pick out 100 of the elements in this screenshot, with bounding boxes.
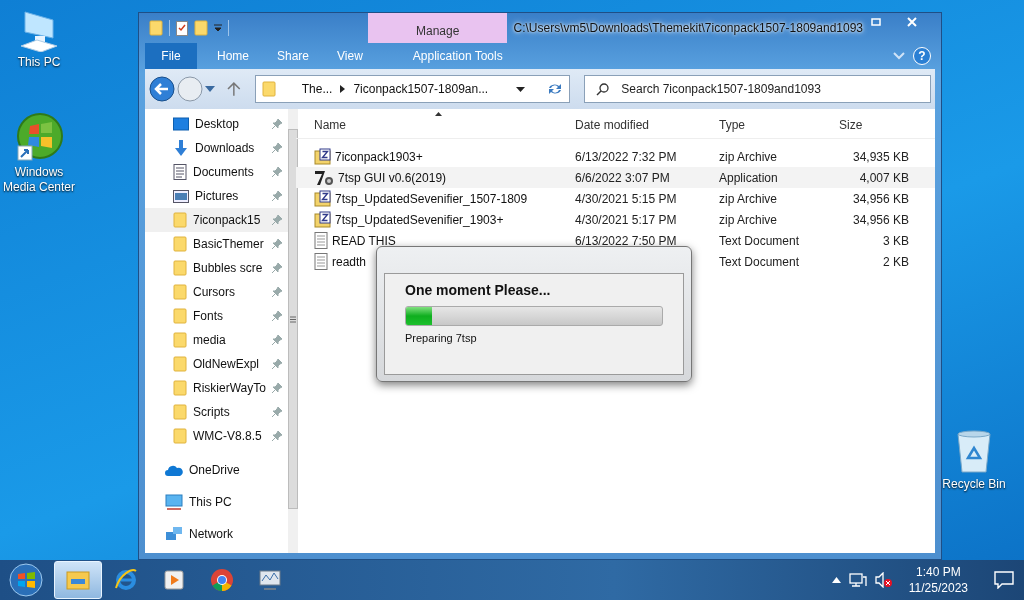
quick-access-item[interactable]: media [145,328,288,352]
folder-icon [173,212,187,228]
zip-archive-icon [314,211,331,228]
desktop-icon [173,117,189,131]
pin-icon[interactable] [271,359,282,369]
pin-icon[interactable] [271,431,282,441]
file-row[interactable]: 7iconpack1903+ 6/13/2022 7:32 PM zip Archive 34,935 KB [296,146,935,167]
chevron-right-icon[interactable] [340,85,346,93]
search-field[interactable]: Search 7iconpack1507-1809and1093 [584,75,931,103]
pin-icon[interactable] [271,263,282,273]
folder-icon [261,81,276,97]
pin-icon[interactable] [271,287,282,297]
refresh-icon[interactable] [547,82,564,96]
folder-icon [173,356,187,372]
folder-icon [173,332,187,348]
pin-icon[interactable] [271,191,282,201]
quick-access-item[interactable]: Fonts [145,304,288,328]
quick-access-item[interactable]: Scripts [145,400,288,424]
quick-access-item[interactable]: Pictures [145,184,288,208]
computer-icon [19,10,59,52]
column-header[interactable]: Size [839,118,909,132]
network-icon[interactable] [848,572,867,588]
folder-icon [149,20,163,36]
file-row[interactable]: READ THIS 6/13/2022 7:50 PM Text Document 3 KB [296,230,935,251]
folder-icon [173,404,187,420]
taskbar-app-button[interactable] [54,561,102,599]
restore-icon [871,18,881,26]
quick-access-item[interactable]: Desktop [145,112,288,136]
type-cell-text: zip Archive [719,191,779,206]
column-header[interactable]: Name [314,118,575,132]
checklist-icon[interactable] [176,20,188,36]
nav-item[interactable]: OneDrive [145,454,246,486]
quick-access-item[interactable]: OldNewExpl [145,352,288,376]
pin-icon[interactable] [271,311,282,321]
media-center-icon [14,112,64,162]
pin-icon[interactable] [271,167,282,177]
file-row[interactable]: 7tsp GUI v0.6(2019) 6/6/2022 3:07 PM Application 4,007 KB [296,167,935,188]
date-cell: 6/13/2022 7:32 PM [575,149,677,164]
dropdown-icon[interactable] [516,86,526,92]
up-arrow-icon[interactable] [227,81,241,97]
quick-access-item[interactable]: RiskierWayTo [145,376,288,400]
pin-icon[interactable] [271,335,282,345]
status-text: Preparing 7tsp [405,332,478,344]
type-cell-text: zip Archive [719,149,779,164]
breadcrumb[interactable]: The... [301,82,333,96]
type-cell-text: zip Archive [719,212,779,227]
folder-icon [194,20,208,36]
pin-icon[interactable] [271,143,282,153]
quick-access-item[interactable]: WMC-V8.8.5 [145,424,288,448]
pin-icon[interactable] [271,239,282,249]
folder-icon [173,308,187,324]
file-row[interactable]: 7tsp_UpdatedSevenifier_1903+ 4/30/2021 5:17 PM zip Archive 34,956 KB [296,209,935,230]
address-bar[interactable]: The... 7iconpack1507-1809an... [254,75,571,103]
quick-access-item[interactable]: Cursors [145,280,288,304]
desktop-icon-label[interactable]: This PC [17,55,61,70]
quick-access-item[interactable]: BasicThemer [145,232,288,256]
quick-access-item[interactable]: Bubbles scre [145,256,288,280]
window-title: C:\Users\vm5\Downloads\Themekit\7iconpack1507-1809and1093 [512,21,863,35]
chevron-down-icon[interactable] [893,52,905,60]
volume-muted-icon[interactable] [874,572,893,588]
sort-up-icon[interactable] [435,112,442,116]
file-menu-button[interactable]: File [145,43,197,69]
recycle-bin-icon [954,430,994,474]
windows-logo-icon [9,563,43,597]
nav-item[interactable]: Network [145,518,239,550]
app-icon [314,169,334,186]
media-player-icon [163,569,185,591]
text-file-icon [314,253,328,270]
start-button[interactable] [6,561,46,599]
zip-archive-icon [314,148,331,165]
nav-item[interactable]: This PC [145,486,238,518]
file-row[interactable]: readth Text Document 2 KB [296,251,935,272]
file-name: readth [332,254,367,269]
quick-access-item[interactable]: 7iconpack15 [145,208,288,232]
breadcrumb[interactable]: 7iconpack1507-1809an... [353,82,489,96]
pin-icon[interactable] [271,119,282,129]
help-button[interactable]: ? [913,47,931,65]
pin-icon[interactable] [271,215,282,225]
file-row[interactable]: 7tsp_UpdatedSevenifier_1507-1809 4/30/2021 5:15 PM zip Archive 34,956 KB [296,188,935,209]
size-cell-text: 34,935 KB [851,149,909,164]
type-cell-text: Application [719,170,779,185]
quick-access-item[interactable]: Documents [145,160,288,184]
dialog-heading: One moment Please... [405,282,552,298]
desktop-icon-label[interactable]: Windows Media Center [0,165,78,195]
caret-up-icon[interactable] [831,577,841,583]
history-dropdown-icon[interactable] [205,86,215,92]
quick-access-item[interactable]: Downloads [145,136,288,160]
folder-icon [173,428,187,444]
column-header[interactable]: Type [719,118,839,132]
clock[interactable]: 1:40 PM 11/25/2023 [900,564,976,596]
desktop-icon-label[interactable]: Recycle Bin [942,477,1006,492]
column-header[interactable]: Date modified [575,118,719,132]
folder-icon [66,570,90,590]
pin-icon[interactable] [271,407,282,417]
pin-icon[interactable] [271,383,282,393]
context-tab-header: Manage [367,13,508,43]
back-button[interactable] [149,76,175,102]
picture-icon [173,189,189,203]
size-cell-text: 34,956 KB [851,191,909,206]
scrollbar[interactable] [287,109,298,553]
